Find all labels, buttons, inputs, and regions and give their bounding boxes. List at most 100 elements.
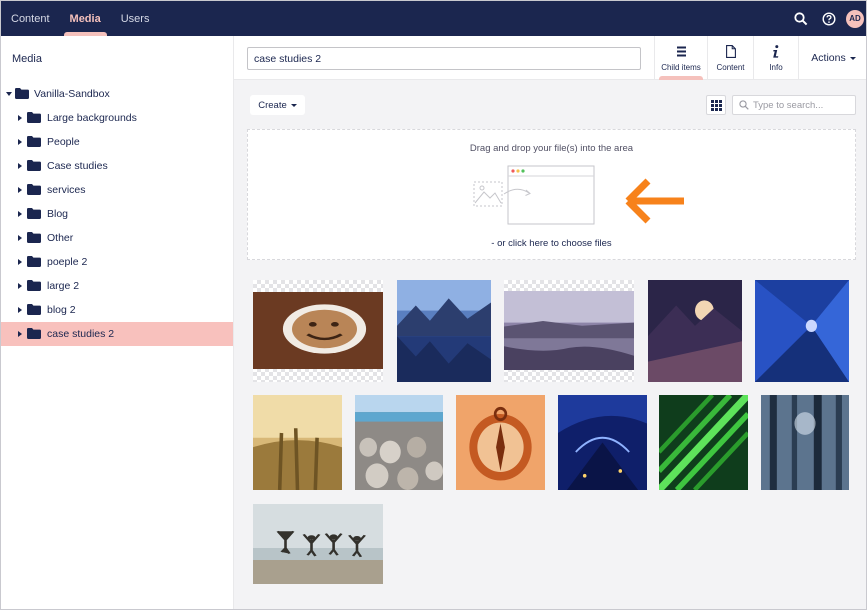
media-tree: Vanilla-Sandbox Large backgrounds People C… [1,82,233,346]
mountain-sunset-image[interactable] [648,280,742,382]
folder-icon [27,136,41,147]
search-icon [739,100,749,110]
green-palm-leaf-image-thumbnail [659,395,748,490]
green-palm-leaf-image[interactable] [659,395,748,490]
folder-icon [27,184,41,195]
sidebar-item[interactable]: Other [1,226,233,250]
mountain-lake-image[interactable] [397,280,491,382]
misty-forest-image[interactable] [761,395,849,490]
search-box[interactable] [732,95,856,115]
chevron-right-icon[interactable] [18,235,22,241]
sidebar-item[interactable]: blog 2 [1,298,233,322]
avatar[interactable]: AD [846,9,864,28]
people-jumping-beach-image-thumbnail [253,504,383,584]
tree-root-vanilla-sandbox[interactable]: Vanilla-Sandbox [1,82,233,106]
chevron-right-icon[interactable] [18,307,22,313]
nav-media[interactable]: Media [60,1,111,36]
blue-tunnel-image-thumbnail [755,280,849,382]
chevron-right-icon[interactable] [18,283,22,289]
chevron-right-icon[interactable] [18,259,22,265]
info-icon [772,45,780,59]
nav-content[interactable]: Content [1,1,60,36]
tree-item-label: Vanilla-Sandbox [34,88,110,100]
file-dropzone[interactable]: Drag and drop your file(s) into the area… [247,129,856,260]
folder-icon [27,160,41,171]
mountain-lake-image-thumbnail [397,280,491,382]
rocky-coast-image[interactable] [504,280,634,382]
grid-icon [710,99,722,111]
folder-icon [27,280,41,291]
help-icon[interactable] [816,6,842,32]
create-button[interactable]: Create [250,95,305,115]
grid-view-button[interactable] [706,95,726,115]
main-panel: Child items Content Info Actions Create [234,36,866,609]
misty-forest-image-thumbnail [761,395,849,490]
orange-compass-image-thumbnail [456,395,545,490]
sidebar-item[interactable]: Large backgrounds [1,106,233,130]
tab-child-items[interactable]: Child items [654,36,707,80]
chevron-down-icon [290,103,297,107]
actions-button[interactable]: Actions [798,36,866,80]
search-input[interactable] [753,99,853,111]
sidebar-item[interactable]: Blog [1,202,233,226]
app-window: Content Media Users AD Media Vanilla-San… [0,0,867,610]
nav-users[interactable]: Users [111,1,160,36]
people-jumping-beach-image[interactable] [253,504,383,584]
chevron-right-icon[interactable] [18,211,22,217]
sidebar-item-label: blog 2 [47,304,76,316]
beach-pebbles-image-thumbnail [355,395,443,490]
sidebar: Media Vanilla-Sandbox Large backgrounds P… [1,36,234,609]
top-navigation-bar: Content Media Users AD [1,1,866,36]
chevron-right-icon[interactable] [18,187,22,193]
folder-icon [27,256,41,267]
sidebar-item[interactable]: poeple 2 [1,250,233,274]
tab-label: Content [716,62,745,72]
coffee-smiley-image-thumbnail [253,292,383,369]
sidebar-item-label: Blog [47,208,69,220]
section-nav: Content Media Users [1,1,159,36]
sidebar-item-label: People [47,136,80,148]
document-icon [725,45,736,59]
editor-header: Child items Content Info Actions [234,36,866,80]
folder-icon [15,88,29,99]
sidebar-item-label: large 2 [47,280,80,292]
sidebar-item-label: case studies 2 [47,328,115,340]
mountain-sunset-image-thumbnail [648,280,742,382]
coffee-smiley-image[interactable] [253,280,383,382]
create-label: Create [258,99,287,111]
sidebar-item[interactable]: services [1,178,233,202]
folder-icon [27,208,41,219]
beach-pebbles-image[interactable] [355,395,443,490]
folder-icon [27,304,41,315]
orange-compass-image[interactable] [456,395,545,490]
name-field[interactable] [247,47,641,70]
sidebar-item-label: Case studies [47,160,108,172]
sidebar-item[interactable]: case studies 2 [1,322,233,346]
chevron-right-icon[interactable] [18,163,22,169]
sidebar-item[interactable]: large 2 [1,274,233,298]
night-bridge-image[interactable] [558,395,647,490]
sidebar-item-label: Other [47,232,74,244]
tab-label: Info [769,62,783,72]
wheat-field-image[interactable] [253,395,342,490]
chevron-down-icon [849,56,856,60]
search-icon[interactable] [788,6,814,32]
chevron-right-icon[interactable] [18,331,22,337]
actions-label: Actions [811,52,846,64]
sidebar-item[interactable]: Case studies [1,154,233,178]
tab-content[interactable]: Content [707,36,753,80]
rocky-coast-image-thumbnail [504,291,634,370]
sidebar-item[interactable]: People [1,130,233,154]
chevron-right-icon[interactable] [18,139,22,145]
list-icon [676,45,686,59]
folder-icon [27,112,41,123]
sidebar-title: Media [12,53,42,65]
tab-info[interactable]: Info [753,36,798,80]
chevron-down-icon[interactable] [6,92,12,96]
night-bridge-image-thumbnail [558,395,647,490]
chevron-right-icon[interactable] [18,115,22,121]
wheat-field-image-thumbnail [253,395,342,490]
sidebar-item-label: poeple 2 [47,256,88,268]
blue-tunnel-image[interactable] [755,280,849,382]
arrow-left-icon [625,178,684,224]
